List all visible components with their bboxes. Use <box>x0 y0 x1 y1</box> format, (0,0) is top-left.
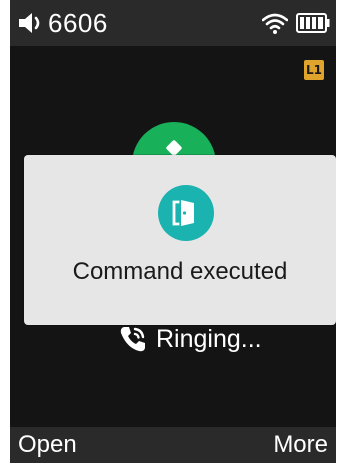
popup-message: Command executed <box>72 258 288 285</box>
command-result-popup: Command executed <box>24 155 336 325</box>
wifi-icon <box>261 11 289 35</box>
screen-bezel-left <box>0 0 10 463</box>
call-status-row: Ringing... <box>118 324 262 354</box>
more-softkey[interactable]: More <box>273 431 328 459</box>
extension-number: 6606 <box>48 7 108 38</box>
speaker-volume-icon <box>16 10 46 36</box>
phone-screen: 6606 L1 Ringing... Command executed Open… <box>0 0 346 463</box>
avatar-marker-icon <box>165 139 183 157</box>
line-badge: L1 <box>304 60 324 80</box>
call-status-text: Ringing... <box>156 324 262 353</box>
battery-full-icon <box>296 13 330 33</box>
status-bar: 6606 <box>10 0 336 46</box>
screen-bezel-right <box>336 0 346 463</box>
phone-ringing-icon <box>118 324 148 354</box>
open-softkey[interactable]: Open <box>18 431 77 459</box>
door-open-icon <box>158 185 214 241</box>
softkey-bar: Open More <box>10 427 336 463</box>
